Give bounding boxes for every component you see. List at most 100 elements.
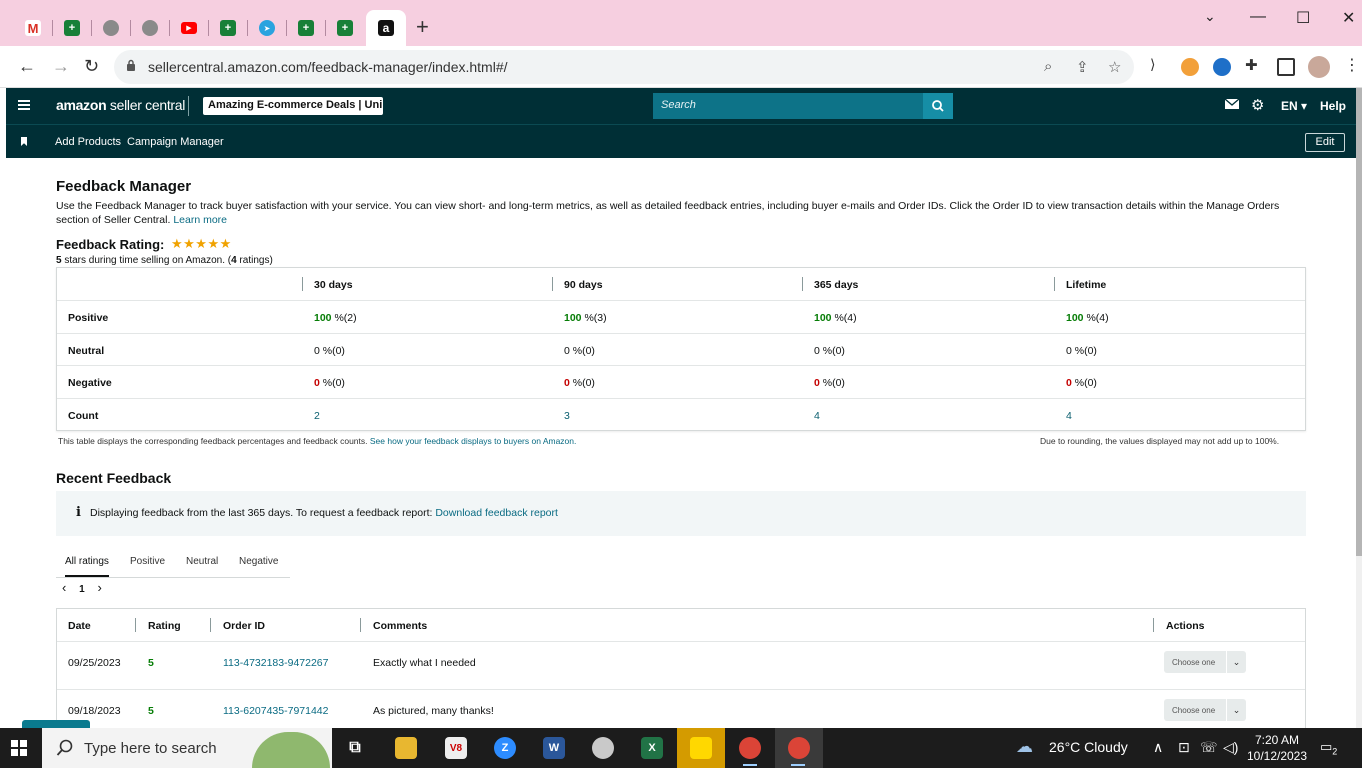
network-icon[interactable]: ☏ bbox=[1200, 739, 1218, 756]
tab-globe-1[interactable] bbox=[92, 12, 130, 44]
store-selector[interactable]: Amazing E-commerce Deals | Uni... bbox=[203, 97, 383, 115]
windows-start-icon[interactable] bbox=[11, 740, 27, 756]
extensions-puzzle-icon[interactable]: ✚ bbox=[1245, 56, 1263, 74]
rounding-note: Due to rounding, the values displayed ma… bbox=[1040, 436, 1280, 446]
bookmark-icon[interactable] bbox=[21, 137, 27, 146]
excel-icon[interactable]: X bbox=[641, 737, 663, 759]
extension-orange-icon[interactable] bbox=[1181, 58, 1199, 76]
tab-youtube[interactable]: ▶ bbox=[170, 12, 208, 44]
weather-text[interactable]: 26°C Cloudy bbox=[1049, 739, 1128, 755]
feedback-tab-button[interactable] bbox=[22, 720, 90, 728]
page-scrollbar-thumb[interactable] bbox=[1356, 88, 1362, 556]
row-label: Positive bbox=[68, 312, 109, 324]
volume-icon[interactable]: ◁) bbox=[1223, 739, 1238, 756]
feedback-comment: Exactly what I needed bbox=[373, 657, 476, 669]
action-select[interactable]: Choose one ⌄ bbox=[1164, 651, 1246, 673]
file-explorer-icon[interactable] bbox=[395, 737, 417, 759]
table-cell: 0 %(0) bbox=[814, 344, 845, 357]
tab-sheets-4[interactable]: + bbox=[326, 12, 364, 44]
col-comments: Comments bbox=[373, 620, 428, 632]
feedback-date: 09/18/2023 bbox=[68, 705, 121, 717]
next-page-icon[interactable]: › bbox=[97, 580, 101, 595]
bookmark-star-icon[interactable]: ☆ bbox=[1108, 58, 1121, 76]
tab-sheets-2[interactable]: + bbox=[209, 12, 247, 44]
download-report-link[interactable]: Download feedback report bbox=[435, 507, 558, 519]
feedback-display-link[interactable]: See how your feedback displays to buyers… bbox=[370, 436, 576, 446]
tab-neutral[interactable]: Neutral bbox=[186, 556, 218, 567]
nav-add-products[interactable]: Add Products bbox=[55, 136, 121, 148]
sheets-icon: + bbox=[298, 20, 314, 36]
profile-avatar[interactable] bbox=[1308, 56, 1330, 78]
task-view-icon[interactable]: ⧉ bbox=[344, 737, 366, 759]
taskbar-clock[interactable]: 7:20 AM 10/12/2023 bbox=[1246, 732, 1308, 764]
edit-nav-button[interactable]: Edit bbox=[1305, 133, 1345, 152]
recent-feedback-table: Date Rating Order ID Comments Actions 09… bbox=[56, 608, 1306, 738]
app-v8-icon[interactable]: V8 bbox=[445, 737, 467, 759]
url-text[interactable]: sellercentral.amazon.com/feedback-manage… bbox=[148, 59, 508, 75]
tray-device-icon[interactable]: ⊡ bbox=[1178, 739, 1190, 756]
word-icon[interactable]: W bbox=[543, 737, 565, 759]
row-label: Count bbox=[68, 409, 99, 422]
tab-all-ratings[interactable]: All ratings bbox=[65, 556, 109, 577]
chrome-menu-icon[interactable]: ⋮ bbox=[1344, 55, 1362, 74]
forward-icon[interactable]: → bbox=[52, 56, 70, 77]
snipping-tool-icon[interactable] bbox=[592, 737, 614, 759]
order-id-link[interactable]: 113-6207435-7971442 bbox=[223, 705, 329, 717]
close-icon[interactable]: ✕ bbox=[1342, 8, 1355, 28]
seller-central-nav: Add Products Campaign Manager Edit bbox=[6, 124, 1356, 158]
chrome-icon[interactable] bbox=[739, 737, 761, 759]
chrome-active-button[interactable] bbox=[775, 728, 823, 768]
tab-sheets-3[interactable]: + bbox=[287, 12, 325, 44]
tab-search-icon[interactable]: ⌄ bbox=[1204, 8, 1216, 25]
current-page[interactable]: 1 bbox=[79, 584, 85, 595]
nav-campaign-manager[interactable]: Campaign Manager bbox=[127, 136, 224, 148]
learn-more-link[interactable]: Learn more bbox=[173, 214, 227, 226]
help-link[interactable]: Help bbox=[1320, 99, 1346, 113]
sticky-notes-button[interactable] bbox=[677, 728, 725, 768]
tab-sheets-1[interactable]: + bbox=[53, 12, 91, 44]
omnibox[interactable]: sellercentral.amazon.com/feedback-manage… bbox=[114, 50, 1134, 84]
amazon-seller-central-logo[interactable]: amazon seller central bbox=[56, 97, 185, 113]
tab-gmail[interactable]: M bbox=[14, 12, 52, 44]
order-id-link[interactable]: 113-4732183-9472267 bbox=[223, 657, 329, 669]
extension-blue-icon[interactable] bbox=[1213, 58, 1231, 76]
new-tab-button[interactable]: + bbox=[416, 16, 429, 38]
chevron-down-icon: ⌄ bbox=[1226, 651, 1246, 673]
globe-icon bbox=[142, 20, 158, 36]
table-cell: 0 %(0) bbox=[1066, 377, 1097, 389]
sheets-icon: + bbox=[337, 20, 353, 36]
chrome-icon bbox=[788, 737, 810, 759]
sidepanel-icon[interactable] bbox=[1277, 58, 1295, 76]
zoom-app-icon[interactable]: Z bbox=[494, 737, 516, 759]
feedback-date: 09/25/2023 bbox=[68, 657, 121, 669]
table-cell: 100 %(3) bbox=[564, 312, 607, 324]
language-selector[interactable]: EN ▾ bbox=[1281, 99, 1307, 113]
maximize-icon[interactable]: ☐ bbox=[1296, 8, 1310, 28]
tab-telegram[interactable]: ➤ bbox=[248, 12, 286, 44]
action-select[interactable]: Choose one ⌄ bbox=[1164, 699, 1246, 721]
notifications-icon[interactable]: ▭2 bbox=[1320, 739, 1337, 757]
youtube-icon: ▶ bbox=[181, 22, 197, 34]
table-cell: 100 %(2) bbox=[314, 312, 357, 324]
hamburger-menu-icon[interactable] bbox=[18, 100, 30, 110]
extension-arrow-icon[interactable]: ⟩ bbox=[1150, 56, 1168, 74]
zoom-icon[interactable]: ⌕ bbox=[1044, 58, 1052, 75]
tab-negative[interactable]: Negative bbox=[239, 556, 278, 567]
prev-page-icon[interactable]: ‹ bbox=[62, 580, 66, 595]
back-icon[interactable]: ← bbox=[18, 56, 36, 77]
minimize-icon[interactable]: — bbox=[1250, 8, 1266, 26]
mail-icon[interactable] bbox=[1224, 98, 1240, 113]
tray-chevron-icon[interactable]: ∧ bbox=[1153, 739, 1163, 756]
weather-cloud-icon[interactable]: ☁ bbox=[1016, 737, 1033, 757]
search-input[interactable]: Search bbox=[653, 93, 923, 119]
search-button[interactable] bbox=[923, 93, 953, 119]
tab-positive[interactable]: Positive bbox=[130, 556, 165, 567]
share-icon[interactable]: ⇪ bbox=[1076, 58, 1089, 76]
reload-icon[interactable]: ↻ bbox=[84, 56, 99, 77]
tab-amazon-active[interactable]: a bbox=[366, 10, 406, 46]
windows-taskbar: Type here to search ⧉ V8 Z W X ☁ 26°C Cl… bbox=[0, 728, 1362, 768]
settings-gear-icon[interactable]: ⚙ bbox=[1251, 96, 1264, 114]
page-title: Feedback Manager bbox=[56, 178, 192, 195]
tab-globe-2[interactable] bbox=[131, 12, 169, 44]
taskbar-search[interactable]: Type here to search bbox=[42, 728, 332, 768]
